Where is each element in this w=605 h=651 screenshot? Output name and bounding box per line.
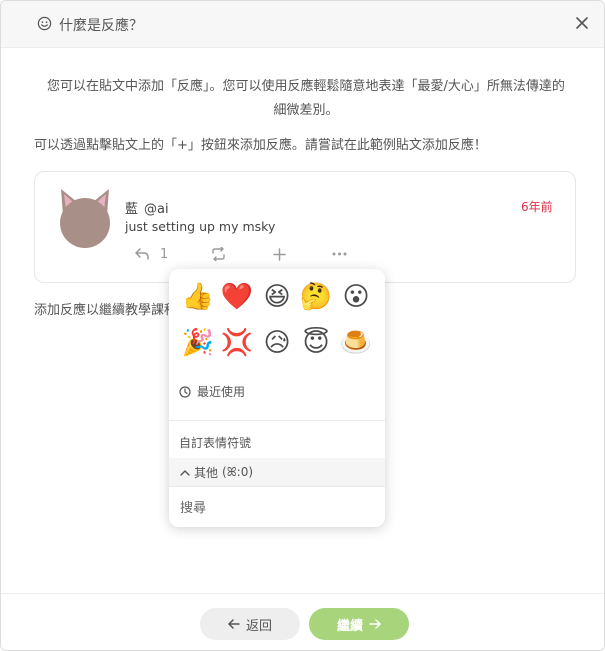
- avatar: [60, 189, 110, 248]
- reply-button[interactable]: 1: [135, 244, 168, 264]
- recent-label: 最近使用: [197, 385, 246, 399]
- emoji-thumbs-up[interactable]: 👍: [180, 279, 216, 315]
- emoji-thinking[interactable]: 🤔: [298, 279, 334, 315]
- more-button[interactable]: [332, 244, 347, 264]
- emoji-search-input[interactable]: [169, 490, 385, 527]
- emoji-party-popper[interactable]: 🎉: [180, 325, 216, 361]
- arrow-left-icon: [228, 619, 240, 629]
- clock-icon: [179, 385, 191, 398]
- other-category-toggle[interactable]: 其他 (ꕤ:0): [169, 458, 385, 486]
- emoji-anger[interactable]: 💢: [219, 325, 255, 361]
- continue-button[interactable]: 繼續: [309, 608, 409, 640]
- username: @ai: [144, 202, 169, 217]
- emoji-surprised[interactable]: 😮: [338, 279, 374, 315]
- back-label: 返回: [245, 618, 272, 634]
- post-time[interactable]: 6年前: [521, 198, 553, 215]
- divider: [169, 486, 385, 487]
- repeat-icon: [212, 247, 225, 261]
- post-actions: 1: [125, 244, 365, 264]
- plus-icon: [273, 247, 286, 261]
- close-button[interactable]: [571, 12, 593, 34]
- emoji-laughing[interactable]: 😆: [259, 279, 295, 315]
- continue-label: 繼續: [336, 618, 363, 634]
- emoji-pudding[interactable]: 🍮: [338, 325, 374, 361]
- other-count: (ꕤ:0): [222, 464, 254, 479]
- post-text: just setting up my msky: [125, 219, 276, 234]
- display-name: 藍: [125, 202, 139, 217]
- reaction-picker: 👍 ❤️ 😆 🤔 😮 🎉 💢 😥 😇 🍮 最近使用 自訂表情符號 其他 (ꕤ:0…: [169, 269, 385, 527]
- dialog-footer: 返回 繼續: [1, 593, 604, 650]
- recent-section: 最近使用: [179, 383, 245, 400]
- reply-icon: [135, 248, 149, 260]
- add-reaction-button[interactable]: [273, 244, 286, 264]
- intro-text: 您可以在貼文中添加「反應」。您可以使用反應輕鬆隨意地表達「最愛/大心」所無法傳達…: [47, 79, 565, 118]
- tutorial-dialog: 什麼是反應？ 您可以在貼文中添加「反應」。您可以使用反應輕鬆隨意地表達「最愛/大…: [0, 0, 605, 651]
- sample-post: 藍 @ai 6年前 just setting up my msky 1: [34, 171, 576, 283]
- emoji-sad-relieved[interactable]: 😥: [259, 325, 295, 361]
- other-label: 其他: [194, 465, 219, 480]
- post-author[interactable]: 藍 @ai: [125, 198, 169, 217]
- renote-button[interactable]: [211, 244, 226, 264]
- more-icon: [332, 252, 347, 256]
- back-button[interactable]: 返回: [200, 608, 300, 640]
- divider: [169, 420, 385, 421]
- emoji-halo[interactable]: 😇: [298, 325, 334, 361]
- smile-icon: [37, 16, 52, 31]
- close-icon: [576, 17, 588, 29]
- emoji-heart[interactable]: ❤️: [219, 279, 255, 315]
- hint-text: 可以透過點擊貼文上的「+」按鈕來添加反應。請嘗試在此範例貼文添加反應！: [34, 138, 487, 153]
- dialog-title: 什麼是反應？: [59, 18, 143, 34]
- reply-count: 1: [160, 246, 169, 262]
- dialog-header: 什麼是反應？: [1, 1, 604, 48]
- chevron-up-icon: [180, 469, 190, 476]
- arrow-right-icon: [369, 619, 381, 629]
- custom-emoji-section[interactable]: 自訂表情符號: [179, 434, 251, 451]
- continue-note: 添加反應以繼續教學課程: [34, 303, 178, 318]
